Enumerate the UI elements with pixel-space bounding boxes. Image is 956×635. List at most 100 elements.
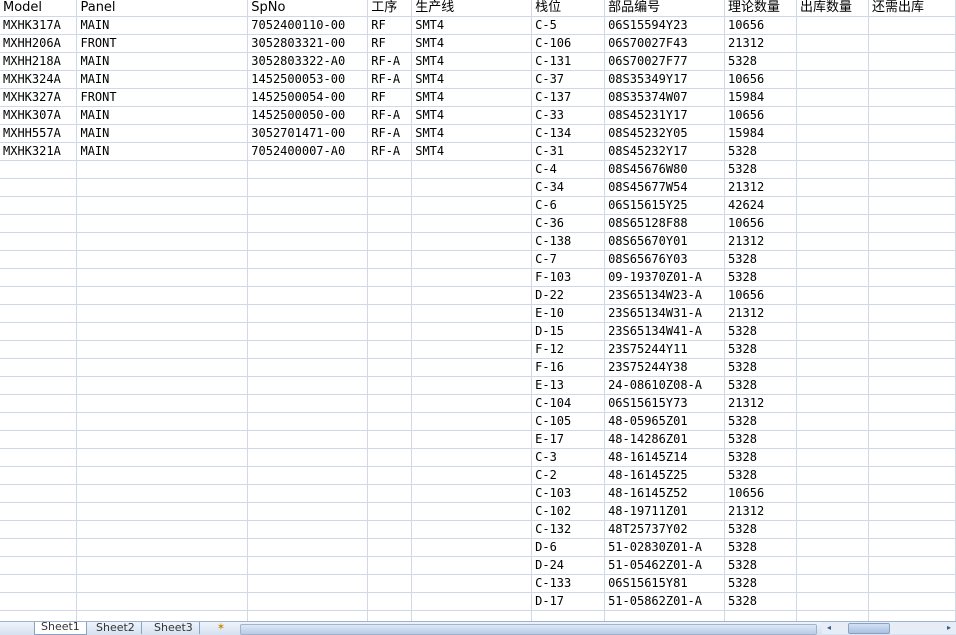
out-qty-cell[interactable] xyxy=(796,70,869,89)
line-cell[interactable] xyxy=(411,232,533,251)
process-cell[interactable] xyxy=(367,286,413,305)
out-qty-cell[interactable] xyxy=(796,160,869,179)
process-cell[interactable]: RF xyxy=(367,16,413,35)
slot-cell[interactable]: C-34 xyxy=(531,178,606,197)
theory-qty-cell[interactable]: 5328 xyxy=(724,430,798,449)
model-cell[interactable]: MXHH206A xyxy=(0,34,78,53)
part-no-cell[interactable]: 08S35349Y17 xyxy=(604,70,726,89)
model-cell[interactable] xyxy=(0,556,78,575)
line-cell[interactable] xyxy=(411,430,533,449)
slot-cell[interactable]: C-102 xyxy=(531,502,606,521)
remaining-qty-cell[interactable] xyxy=(868,52,956,71)
model-cell[interactable] xyxy=(0,610,78,621)
tab-sheet1[interactable]: Sheet1 xyxy=(34,622,87,635)
theory-qty-cell[interactable]: 5328 xyxy=(724,520,798,539)
part-no-cell[interactable]: 23S65134W41-A xyxy=(604,322,726,341)
theory-qty-cell[interactable]: 5328 xyxy=(724,358,798,377)
line-cell[interactable] xyxy=(411,574,533,593)
remaining-qty-cell[interactable] xyxy=(868,556,956,575)
part-no-cell[interactable]: 08S35374W07 xyxy=(604,88,726,107)
panel-cell[interactable] xyxy=(76,592,249,611)
panel-cell[interactable]: MAIN xyxy=(76,16,249,35)
panel-cell[interactable] xyxy=(76,412,249,431)
model-cell[interactable] xyxy=(0,214,78,233)
remaining-qty-cell[interactable] xyxy=(868,124,956,143)
part-no-cell[interactable]: 08S65670Y01 xyxy=(604,232,726,251)
slot-cell[interactable]: C-36 xyxy=(531,214,606,233)
panel-cell[interactable] xyxy=(76,484,249,503)
slot-cell[interactable]: C-106 xyxy=(531,34,606,53)
out-qty-cell[interactable] xyxy=(796,16,869,35)
spno-cell[interactable]: 3052701471-00 xyxy=(247,124,369,143)
line-cell[interactable] xyxy=(411,160,533,179)
out-qty-cell[interactable] xyxy=(796,106,869,125)
process-cell[interactable]: RF-A xyxy=(367,106,413,125)
out-qty-cell[interactable] xyxy=(796,610,869,621)
part-no-cell[interactable]: 48-16145Z52 xyxy=(604,484,726,503)
remaining-qty-cell[interactable] xyxy=(868,214,956,233)
out-qty-cell[interactable] xyxy=(796,34,869,53)
process-cell[interactable] xyxy=(367,412,413,431)
theory-qty-cell[interactable]: 5328 xyxy=(724,376,798,395)
panel-cell[interactable] xyxy=(76,538,249,557)
part-no-cell[interactable]: 24-08610Z08-A xyxy=(604,376,726,395)
model-cell[interactable]: Model xyxy=(0,0,78,17)
part-no-cell[interactable]: 48-16145Z14 xyxy=(604,448,726,467)
slot-cell[interactable]: C-105 xyxy=(531,412,606,431)
process-cell[interactable] xyxy=(367,466,413,485)
model-cell[interactable] xyxy=(0,520,78,539)
model-cell[interactable] xyxy=(0,502,78,521)
model-cell[interactable] xyxy=(0,322,78,341)
spno-cell[interactable]: 1452500053-00 xyxy=(247,70,369,89)
part-no-cell[interactable]: 51-02830Z01-A xyxy=(604,538,726,557)
line-cell[interactable] xyxy=(411,214,533,233)
part-no-cell[interactable]: 06S70027F77 xyxy=(604,52,726,71)
remaining-qty-cell[interactable] xyxy=(868,70,956,89)
remaining-qty-cell[interactable] xyxy=(868,268,956,287)
process-cell[interactable] xyxy=(367,358,413,377)
out-qty-cell[interactable] xyxy=(796,268,869,287)
process-cell[interactable] xyxy=(367,520,413,539)
panel-cell[interactable] xyxy=(76,358,249,377)
insert-sheet-icon[interactable]: ✶ xyxy=(212,622,230,634)
panel-cell[interactable] xyxy=(76,574,249,593)
panel-cell[interactable] xyxy=(76,322,249,341)
tab-sheet3[interactable]: Sheet3 xyxy=(148,622,200,634)
spno-cell[interactable] xyxy=(247,268,369,287)
model-cell[interactable] xyxy=(0,538,78,557)
part-no-cell[interactable]: 09-19370Z01-A xyxy=(604,268,726,287)
out-qty-cell[interactable] xyxy=(796,142,869,161)
line-cell[interactable] xyxy=(411,556,533,575)
spno-cell[interactable] xyxy=(247,322,369,341)
spno-cell[interactable] xyxy=(247,286,369,305)
theory-qty-cell[interactable]: 10656 xyxy=(724,70,798,89)
panel-cell[interactable]: MAIN xyxy=(76,142,249,161)
spno-cell[interactable] xyxy=(247,358,369,377)
theory-qty-cell[interactable]: 21312 xyxy=(724,394,798,413)
theory-qty-cell[interactable]: 5328 xyxy=(724,52,798,71)
spno-cell[interactable] xyxy=(247,394,369,413)
panel-cell[interactable]: Panel xyxy=(76,0,249,17)
remaining-qty-cell[interactable] xyxy=(868,502,956,521)
spno-cell[interactable] xyxy=(247,466,369,485)
out-qty-cell[interactable] xyxy=(796,484,869,503)
process-cell[interactable]: RF-A xyxy=(367,142,413,161)
line-cell[interactable]: 生产线 xyxy=(411,0,533,17)
process-cell[interactable] xyxy=(367,610,413,621)
out-qty-cell[interactable] xyxy=(796,232,869,251)
process-cell[interactable]: RF-A xyxy=(367,70,413,89)
panel-cell[interactable] xyxy=(76,268,249,287)
theory-qty-cell[interactable]: 5328 xyxy=(724,538,798,557)
out-qty-cell[interactable] xyxy=(796,592,869,611)
theory-qty-cell[interactable]: 10656 xyxy=(724,484,798,503)
part-no-cell[interactable]: 08S45231Y17 xyxy=(604,106,726,125)
theory-qty-cell[interactable]: 10656 xyxy=(724,16,798,35)
process-cell[interactable] xyxy=(367,574,413,593)
process-cell[interactable] xyxy=(367,250,413,269)
spno-cell[interactable] xyxy=(247,196,369,215)
panel-cell[interactable]: FRONT xyxy=(76,88,249,107)
slot-cell[interactable] xyxy=(531,610,606,621)
part-no-cell[interactable]: 23S75244Y11 xyxy=(604,340,726,359)
remaining-qty-cell[interactable] xyxy=(868,520,956,539)
spno-cell[interactable] xyxy=(247,160,369,179)
